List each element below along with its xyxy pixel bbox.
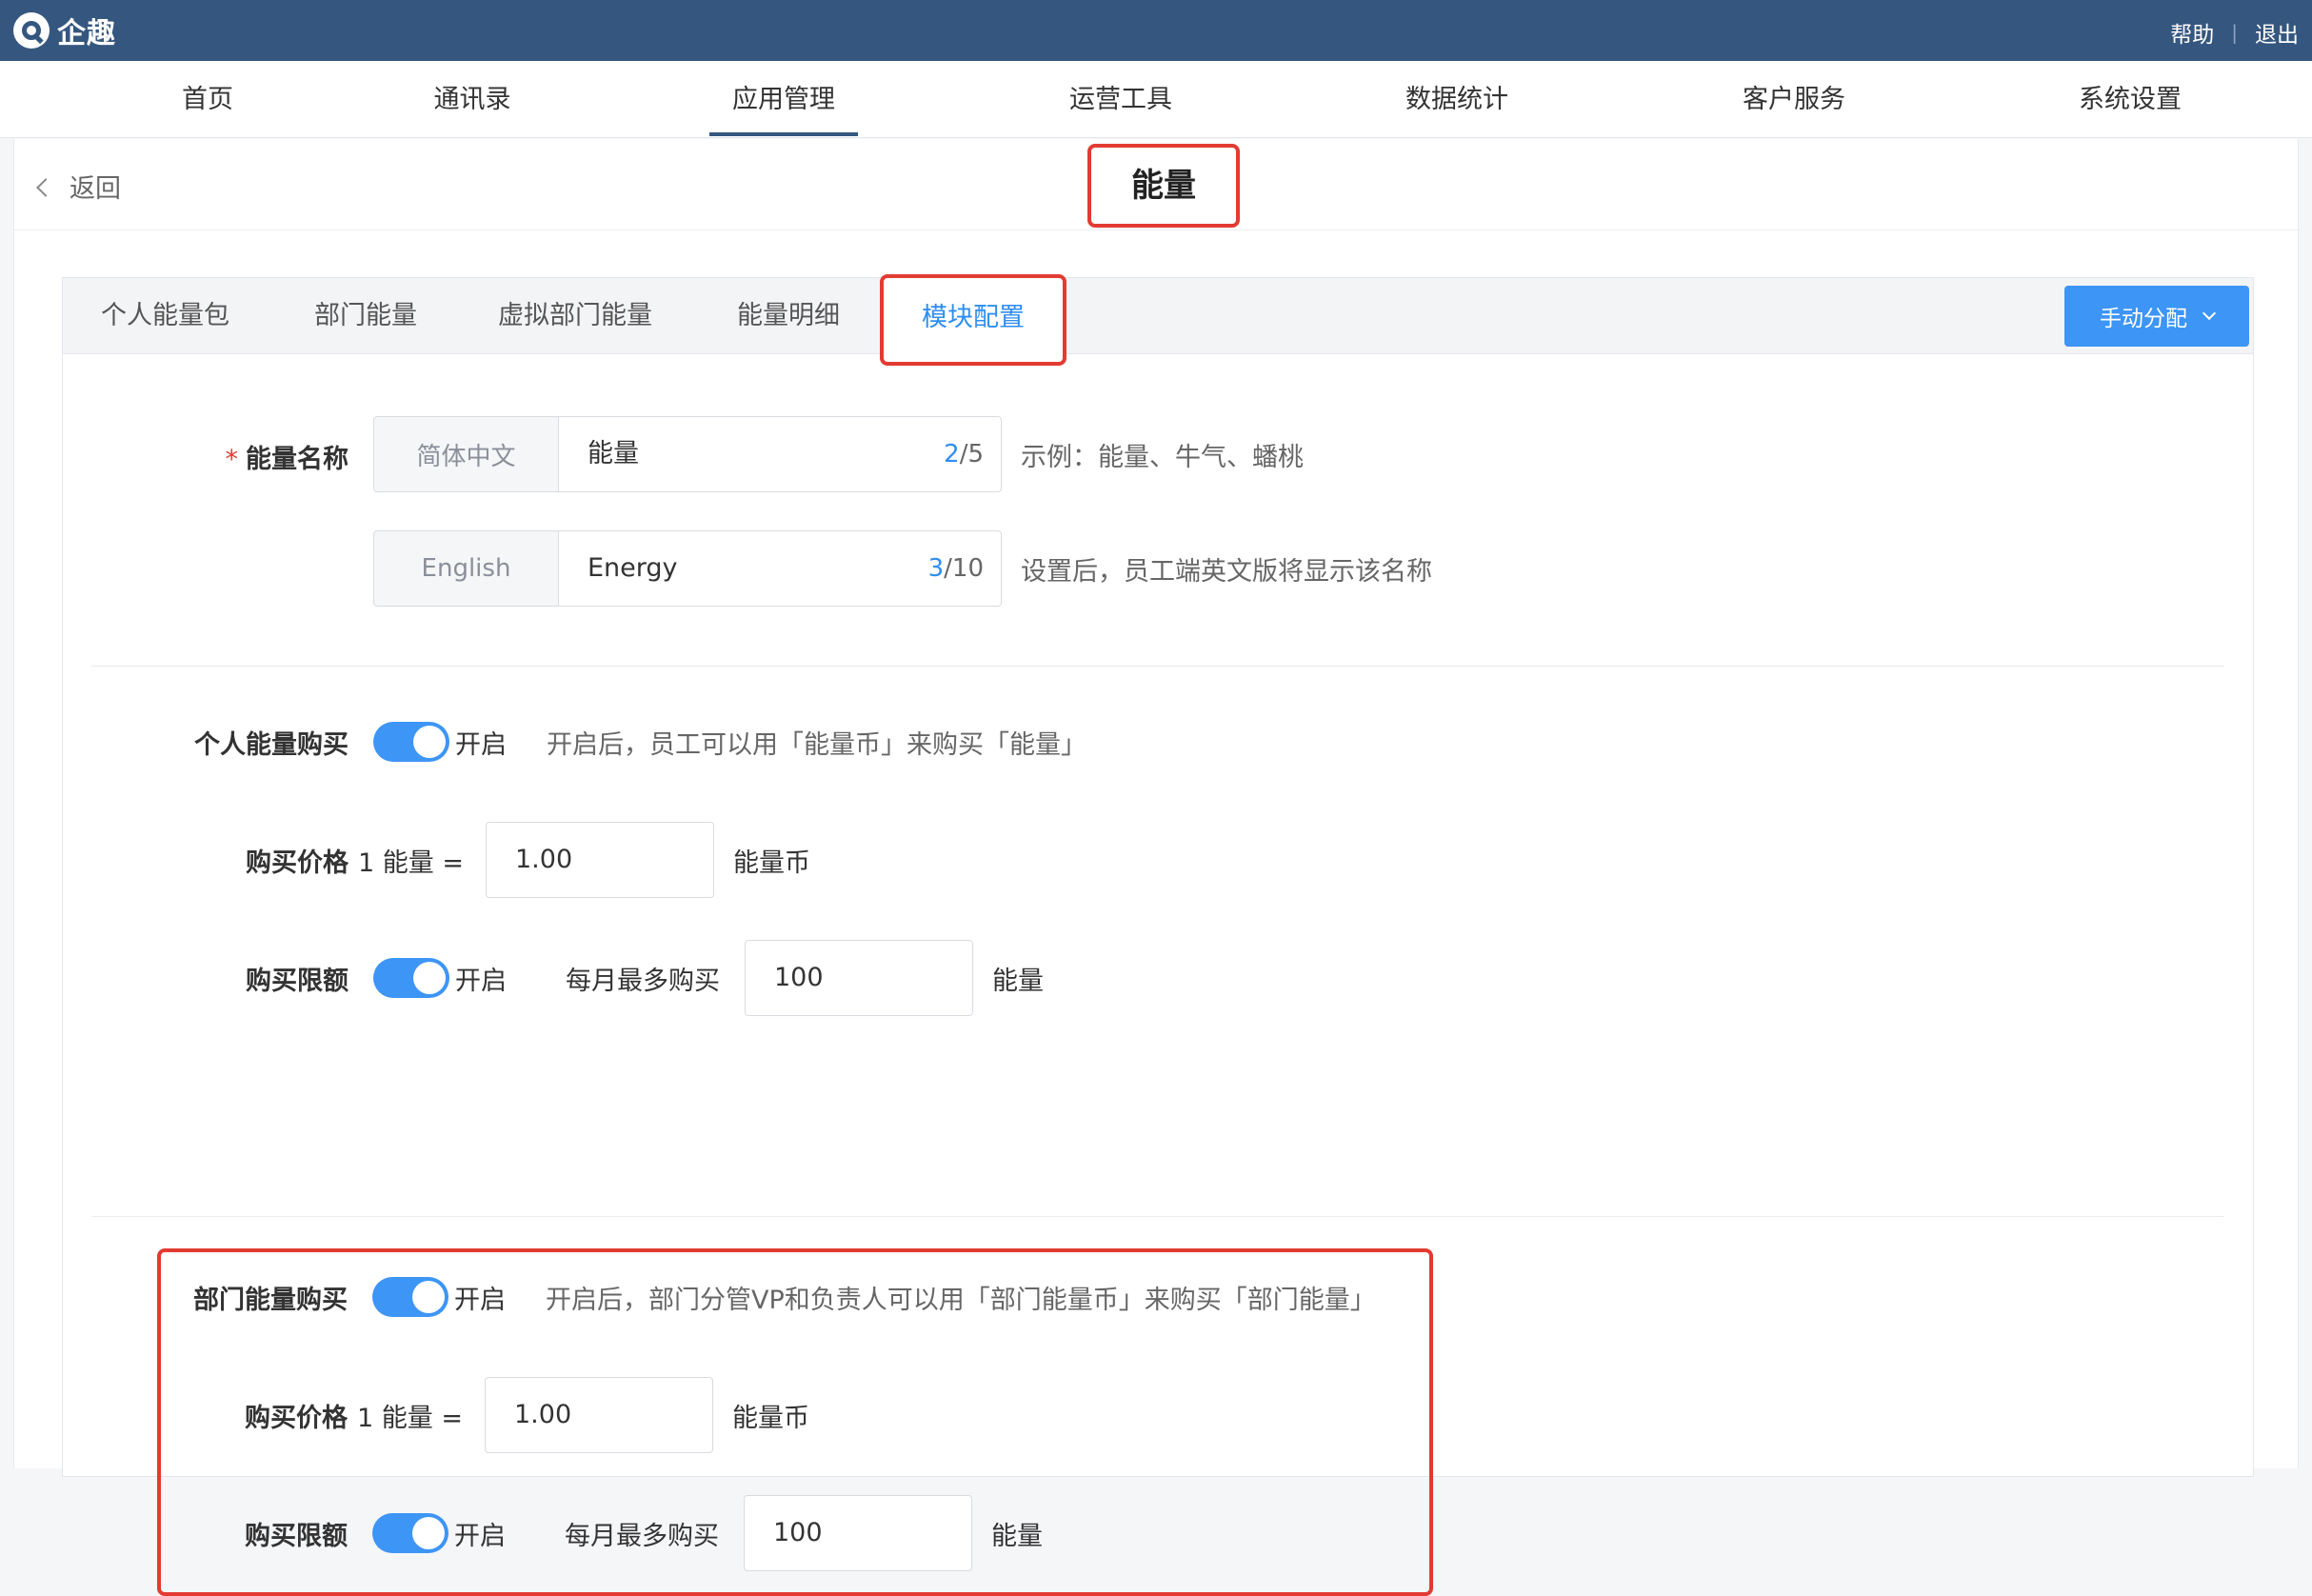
department-purchase-label: 部门能量购买 [193, 1286, 348, 1315]
department-price-unit: 能量币 [732, 1404, 809, 1433]
personal-limit-label: 购买限额 [246, 967, 349, 996]
tab-virtual-department-energy[interactable]: 虚拟部门能量 [498, 278, 652, 354]
tab-energy-details[interactable]: 能量明细 [737, 278, 840, 354]
personal-limit-toggle[interactable] [373, 958, 449, 998]
tab-personal-energy-pack[interactable]: 个人能量包 [101, 278, 229, 354]
lang-tag-zh: 简体中文 [374, 417, 559, 491]
department-limit-prefix: 每月最多购买 [565, 1522, 719, 1551]
department-purchase-label-wrap: 部门能量购买 [62, 1279, 348, 1315]
nav-item-data-statistics[interactable]: 数据统计 [1405, 61, 1508, 138]
department-price-label-wrap: 购买价格 [62, 1397, 348, 1433]
personal-price-input[interactable]: 1.00 [486, 822, 714, 898]
tab-module-config[interactable]: 模块配置 [880, 274, 1066, 366]
brand-logo-icon [13, 12, 50, 49]
char-max-en: /10 [944, 554, 984, 583]
link-divider: | [2231, 21, 2238, 44]
personal-limit-toggle-text: 开启 [455, 967, 507, 996]
department-purchase-hint: 开启后，部门分管VP和负责人可以用「部门能量币」来购买「部门能量」 [546, 1286, 1376, 1315]
personal-price-unit: 能量币 [733, 848, 810, 878]
energy-name-en-input[interactable]: Energy 3/10 [559, 531, 1001, 606]
personal-purchase-label-wrap: 个人能量购买 [63, 724, 349, 760]
nav-item-operation-tools[interactable]: 运营工具 [1069, 61, 1172, 138]
char-counter-en: 3/10 [928, 531, 984, 606]
energy-name-zh-input[interactable]: 能量 2/5 [559, 417, 1001, 491]
nav-item-customer-service[interactable]: 客户服务 [1743, 61, 1845, 138]
energy-name-label: * 能量名称 [226, 438, 349, 475]
char-max-zh: /5 [959, 440, 984, 469]
personal-price-label: 购买价格 [246, 848, 349, 878]
energy-name-zh-value: 能量 [588, 439, 639, 469]
department-limit-label: 购买限额 [245, 1522, 348, 1551]
tab-department-energy[interactable]: 部门能量 [314, 278, 417, 354]
personal-purchase-label: 个人能量购买 [194, 730, 349, 760]
department-limit-toggle-text: 开启 [454, 1522, 506, 1551]
personal-limit-prefix: 每月最多购买 [566, 967, 720, 996]
brand[interactable]: 企趣 [13, 12, 116, 50]
char-counter-zh: 2/5 [944, 417, 984, 491]
page-title: 能量 [1087, 144, 1240, 228]
personal-limit-input[interactable]: 100 [745, 940, 973, 1016]
char-count-en: 3 [927, 554, 945, 583]
main-nav: 首页 通讯录 应用管理 运营工具 数据统计 客户服务 系统设置 [0, 61, 2312, 138]
page-header: 返回 能量 [14, 139, 2300, 230]
department-limit-label-wrap: 购买限额 [62, 1515, 348, 1551]
nav-item-contacts[interactable]: 通讯录 [434, 61, 511, 138]
section-divider-2 [91, 1216, 2224, 1217]
personal-purchase-toggle-text: 开启 [455, 730, 507, 760]
nav-item-home[interactable]: 首页 [182, 61, 233, 138]
tab-bar: 个人能量包 部门能量 虚拟部门能量 能量明细 模块配置 手动分配 [63, 274, 2253, 366]
department-price-prefix: 1 能量 = [357, 1404, 463, 1433]
energy-name-en-hint: 设置后，员工端英文版将显示该名称 [1021, 557, 1432, 587]
top-bar: 企趣 帮助 | 退出 [0, 0, 2312, 61]
help-link[interactable]: 帮助 [2170, 16, 2214, 49]
personal-price-label-wrap: 购买价格 [63, 842, 349, 878]
energy-name-zh-group: 简体中文 能量 2/5 [373, 416, 1002, 492]
department-limit-input[interactable]: 100 [744, 1495, 972, 1571]
section-divider [91, 666, 2224, 667]
nav-item-app-management[interactable]: 应用管理 [709, 61, 858, 138]
personal-purchase-toggle[interactable] [373, 722, 449, 762]
department-purchase-toggle-text: 开启 [454, 1286, 506, 1315]
chevron-left-icon [36, 177, 55, 197]
personal-limit-unit: 能量 [992, 967, 1044, 996]
department-price-input[interactable]: 1.00 [485, 1377, 713, 1453]
manual-allocate-label: 手动分配 [2100, 307, 2187, 331]
brand-name: 企趣 [57, 17, 116, 50]
energy-name-en-value: Energy [588, 553, 678, 583]
back-button[interactable]: 返回 [36, 168, 121, 205]
personal-limit-label-wrap: 购买限额 [63, 960, 349, 996]
energy-name-en-group: English Energy 3/10 [373, 530, 1002, 607]
personal-price-prefix: 1 能量 = [358, 848, 464, 878]
logout-link[interactable]: 退出 [2255, 16, 2299, 49]
manual-allocate-button[interactable]: 手动分配 [2064, 286, 2249, 347]
department-limit-unit: 能量 [991, 1522, 1043, 1551]
energy-name-zh-hint: 示例：能量、牛气、蟠桃 [1021, 443, 1304, 472]
department-price-label: 购买价格 [245, 1404, 348, 1433]
department-purchase-toggle[interactable] [372, 1277, 448, 1317]
back-label: 返回 [70, 174, 121, 204]
chevron-down-icon [2202, 306, 2217, 321]
nav-item-system-settings[interactable]: 系统设置 [2079, 61, 2182, 138]
char-count-zh: 2 [944, 440, 960, 469]
content-card: 返回 能量 个人能量包 部门能量 虚拟部门能量 能量明细 模块配置 手动分配 *… [13, 139, 2300, 1596]
top-links: 帮助 | 退出 [2170, 16, 2299, 49]
energy-name-label-text: 能量名称 [246, 445, 349, 474]
energy-name-label-wrap: * 能量名称 [63, 438, 349, 475]
personal-purchase-hint: 开启后，员工可以用「能量币」来购买「能量」 [547, 730, 1086, 760]
lang-tag-en: English [374, 531, 559, 606]
department-limit-toggle[interactable] [372, 1513, 448, 1553]
required-mark: * [225, 445, 239, 474]
